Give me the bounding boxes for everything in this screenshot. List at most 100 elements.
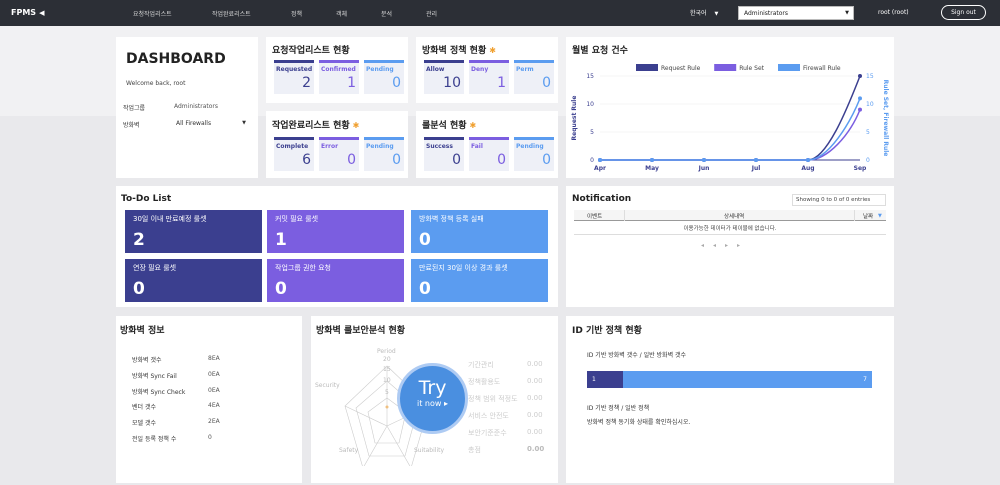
notification-card: Notification Showing 0 to 0 of 0 entries… <box>566 186 894 307</box>
info-label: 전일 등록 정책 수 <box>132 436 177 443</box>
y2-tick-label: 10 <box>866 101 874 108</box>
score-total-value: 0.00 <box>527 445 545 453</box>
col-detail[interactable]: 상세내역 <box>724 212 744 220</box>
chevron-down-icon: ▼ <box>845 10 849 16</box>
y2-tick-label: 0 <box>866 157 870 164</box>
signout-button[interactable]: Sign out <box>941 5 986 20</box>
confirmed-stat[interactable]: Confirmed 1 <box>319 60 359 94</box>
requested-stat[interactable]: Requested 2 <box>274 60 314 94</box>
todo-extend-rulesets[interactable]: 연장 필요 룰셋 0 <box>125 259 262 302</box>
info-label: 모델 갯수 <box>132 420 156 427</box>
data-point <box>806 158 810 162</box>
data-point <box>858 74 862 78</box>
fail-stat[interactable]: Fail 0 <box>469 137 509 171</box>
brand-logo[interactable]: FPMS ◀ <box>11 8 44 17</box>
firewall-select[interactable]: All Firewalls ▼ <box>174 117 249 129</box>
y-axis-label: Request Rule <box>571 96 578 141</box>
pending-stat[interactable]: Pending 0 <box>364 60 404 94</box>
y2-axis-label: Rule Set, Firewall Rule <box>882 80 889 157</box>
radar-label-suitability: Suitability <box>414 447 445 454</box>
radar-label-period: Period <box>377 348 396 355</box>
legend-swatch <box>636 64 658 71</box>
fw-policy-title: 방화벽 정책 현황 ✱ <box>422 46 496 56</box>
score-value: 0.00 <box>527 377 543 385</box>
nav-request-list[interactable]: 요청작업리스트 <box>133 9 172 18</box>
score-label: 보안기준준수 <box>468 429 507 437</box>
data-point <box>702 158 706 162</box>
data-point <box>858 96 862 101</box>
id-policy-title: ID 기반 정책 현황 <box>572 326 642 336</box>
done-status-card: 작업완료리스트 현황 ✱ Complete 6 Error 0 Pending 0 <box>266 111 408 178</box>
entries-info: Showing 0 to 0 of 0 entries <box>792 194 886 206</box>
todo-card: To-Do List 30일 이내 만료예정 룰셋 2 커밋 필요 룰셋 1 방화벽… <box>116 186 558 307</box>
radar-label-security: Security <box>315 382 340 389</box>
rule-pending-stat[interactable]: Pending 0 <box>514 137 554 171</box>
success-stat[interactable]: Success 0 <box>424 137 464 171</box>
nav-admin[interactable]: 관리 <box>426 9 437 18</box>
col-event[interactable]: 이벤트 <box>587 212 602 220</box>
pagination[interactable]: ◂◂▸▸ <box>701 242 749 249</box>
series-line <box>600 98 861 161</box>
id-fw-ratio-bar: 1 7 <box>587 371 872 388</box>
legend-label: Rule Set <box>739 65 764 72</box>
allow-stat[interactable]: Allow 10 <box>424 60 464 94</box>
id-policy-label: ID 기반 정책 / 일반 정책 <box>587 405 650 412</box>
nav-policy[interactable]: 정책 <box>291 9 302 18</box>
score-label: 정책 범위 적정도 <box>468 395 518 403</box>
info-label: 벤더 갯수 <box>132 404 156 411</box>
table-header: 이벤트 상세내역 날짜 ▼ <box>574 210 886 221</box>
y2-tick-label: 15 <box>866 73 874 80</box>
info-value: 2EA <box>208 418 220 425</box>
first-page-icon: ◂ <box>701 242 714 249</box>
legend-label: Request Rule <box>661 65 701 72</box>
perm-stat[interactable]: Perm 0 <box>514 60 554 94</box>
rule-analysis-card: 룰분석 현황 ✱ Success 0 Fail 0 Pending 0 <box>416 111 558 178</box>
deny-stat[interactable]: Deny 1 <box>469 60 509 94</box>
todo-policy-failed[interactable]: 방화벽 정책 등록 실패 0 <box>411 210 548 253</box>
legend-swatch <box>778 64 800 71</box>
todo-expired-rulesets[interactable]: 만료된지 30일 이상 경과 룰셋 0 <box>411 259 548 302</box>
x-tick-label: Apr <box>594 165 606 172</box>
id-fw-count-label: ID 기반 방화벽 갯수 / 일반 방화벽 갯수 <box>587 352 687 359</box>
score-value: 0.00 <box>527 428 543 436</box>
firewall-info-title: 방화벽 정보 <box>120 326 165 336</box>
todo-commit-rulesets[interactable]: 커밋 필요 룰셋 1 <box>267 210 404 253</box>
error-stat[interactable]: Error 0 <box>319 137 359 171</box>
score-label: 기간관리 <box>468 361 494 369</box>
radar-tick: 15 <box>383 366 391 373</box>
score-label: 서비스 안전도 <box>468 412 509 420</box>
data-point <box>598 158 602 162</box>
y-tick-label: 10 <box>586 101 594 108</box>
nav-done-list[interactable]: 작업완료리스트 <box>212 9 251 18</box>
todo-expiring-rulesets[interactable]: 30일 이내 만료예정 룰셋 2 <box>125 210 262 253</box>
todo-group-permission[interactable]: 작업그룹 권한 요청 0 <box>267 259 404 302</box>
done-pending-stat[interactable]: Pending 0 <box>364 137 404 171</box>
try-it-now-button[interactable]: Try it now ▸ <box>397 363 468 434</box>
fw-policy-card: 방화벽 정책 현황 ✱ Allow 10 Deny 1 Perm 0 <box>416 37 558 103</box>
sync-message: 방화벽 정책 동기화 상태를 확인하십시오. <box>587 419 691 426</box>
rule-analysis-title: 룰분석 현황 ✱ <box>422 121 477 131</box>
group-label: 작업그룹 <box>123 105 146 112</box>
language-select[interactable]: 한국어 ▼ <box>690 8 718 17</box>
group-select[interactable]: Administrators ▼ <box>738 6 854 20</box>
nav-object[interactable]: 객체 <box>336 9 347 18</box>
risk-analysis-title: 방화벽 룰보안분석 현황 <box>316 326 406 336</box>
chevron-down-icon: ▼ <box>714 11 719 17</box>
complete-stat[interactable]: Complete 6 <box>274 137 314 171</box>
info-label: 방화벽 Sync Fail <box>132 373 177 380</box>
id-fw-count: 1 <box>592 376 596 383</box>
x-tick-label: May <box>645 165 659 172</box>
legend-swatch <box>714 64 737 71</box>
nav-analysis[interactable]: 분석 <box>381 9 392 18</box>
radar-tick: 5 <box>385 389 389 396</box>
radar-label-safety: Safety <box>339 447 359 454</box>
line-chart: 0 0 5 5 10 10 15 15 Apr May Jun Jul Aug Sep Request Ru… <box>571 64 889 172</box>
info-value: 8EA <box>208 355 220 362</box>
notification-title: Notification <box>572 194 632 204</box>
empty-message: 이용가능한 데이터가 테이블에 없습니다. <box>574 224 886 235</box>
data-point <box>754 158 758 162</box>
x-tick-label: Sep <box>854 165 867 172</box>
radar-tick: 10 <box>383 377 391 384</box>
x-tick-label: Aug <box>801 165 814 172</box>
col-date[interactable]: 날짜 <box>863 212 873 220</box>
